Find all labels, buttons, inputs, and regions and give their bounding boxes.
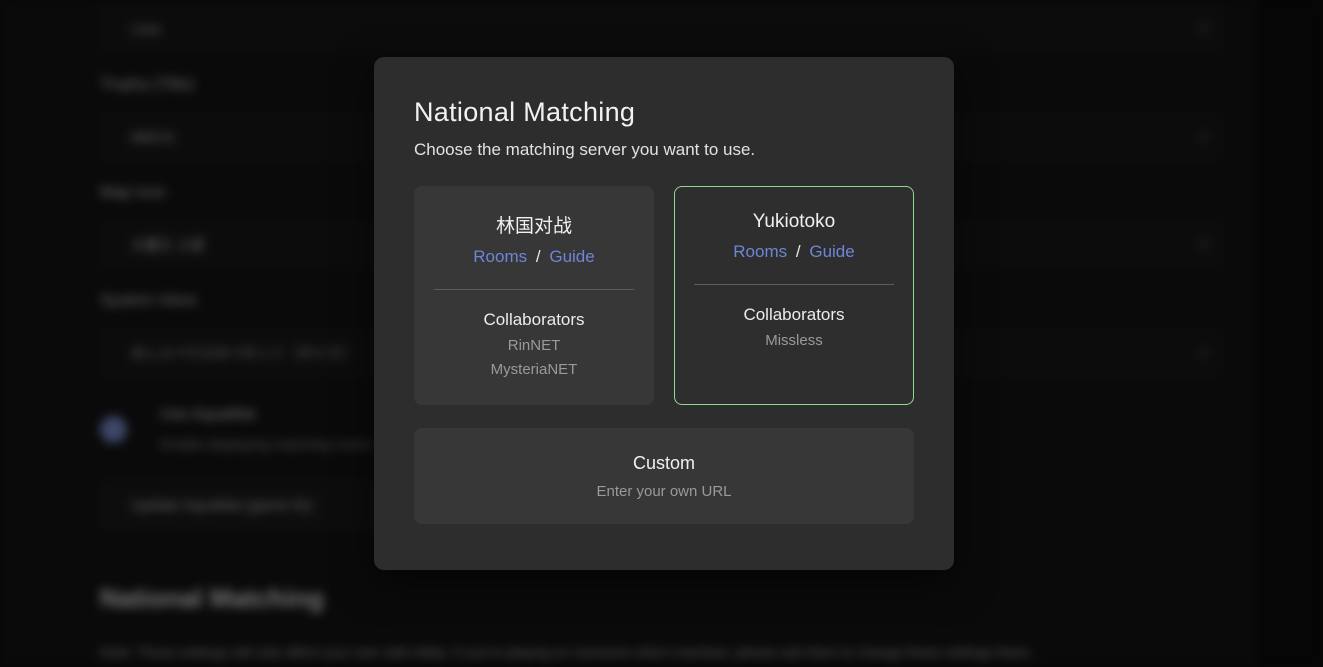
- rooms-link[interactable]: Rooms: [473, 247, 527, 266]
- custom-card-title: Custom: [633, 453, 695, 474]
- server-cards-row: 林国对战 Rooms / Guide Collaborators RinNET …: [414, 186, 914, 405]
- server-name: 林国对战: [496, 211, 572, 238]
- collaborator-name: Missless: [765, 332, 823, 349]
- guide-link[interactable]: Guide: [809, 242, 854, 261]
- server-card-linguo[interactable]: 林国对战 Rooms / Guide Collaborators RinNET …: [414, 186, 654, 405]
- collaborator-name: RinNET: [508, 337, 561, 354]
- collaborators-label: Collaborators: [743, 305, 844, 325]
- card-divider: [434, 289, 634, 290]
- rooms-link[interactable]: Rooms: [733, 242, 787, 261]
- custom-card-subtitle: Enter your own URL: [596, 483, 731, 500]
- link-separator: /: [532, 247, 545, 266]
- modal-subtitle: Choose the matching server you want to u…: [414, 140, 914, 160]
- server-name: Yukiotoko: [753, 211, 835, 233]
- server-links: Rooms / Guide: [473, 247, 594, 267]
- server-links: Rooms / Guide: [733, 242, 854, 262]
- link-separator: /: [792, 242, 805, 261]
- collaborator-name: MysteriaNET: [491, 361, 578, 378]
- guide-link[interactable]: Guide: [549, 247, 594, 266]
- modal-title: National Matching: [414, 97, 914, 128]
- card-divider: [694, 284, 894, 285]
- collaborators-label: Collaborators: [483, 310, 584, 330]
- national-matching-modal: National Matching Choose the matching se…: [374, 57, 954, 570]
- server-card-yukiotoko[interactable]: Yukiotoko Rooms / Guide Collaborators Mi…: [674, 186, 914, 405]
- custom-server-card[interactable]: Custom Enter your own URL: [414, 428, 914, 524]
